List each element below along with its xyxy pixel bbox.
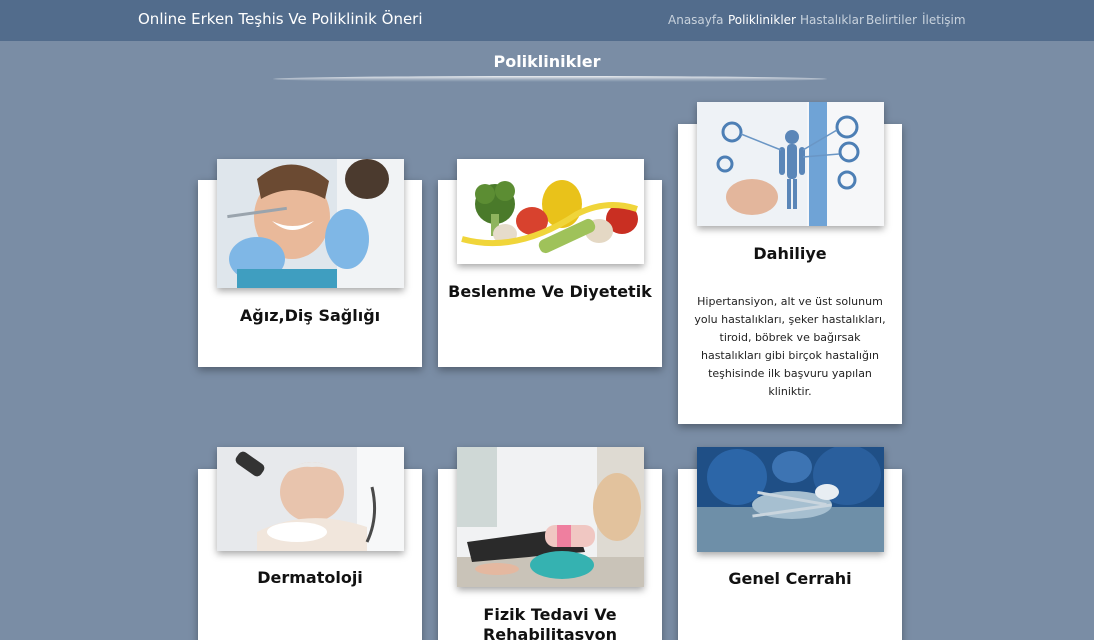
card-description-dahiliye: Hipertansiyon, alt ve üst solunum yolu h… <box>694 295 886 398</box>
nav-link-hastaliklar[interactable]: Hastalıklar <box>800 13 864 27</box>
top-navbar: Online Erken Teşhis Ve Poliklinik Öneri … <box>0 0 1094 41</box>
nav-link-belirtiler[interactable]: Belirtiler <box>866 13 917 27</box>
dentist-photo-icon <box>217 159 404 288</box>
physiotherapy-photo-icon <box>457 447 644 587</box>
internal-medicine-photo-icon <box>697 102 884 226</box>
card-title-genel-cerrahi: Genel Cerrahi <box>728 569 852 588</box>
title-underline <box>273 76 827 82</box>
card-title-beslenme-diyetetik: Beslenme Ve Diyetetik <box>448 282 652 301</box>
card-title-fizik-tedavi-rehabilitasyon: Fizik Tedavi Ve Rehabilitasyon <box>482 605 618 640</box>
card-title-dermatoloji: Dermatoloji <box>257 568 363 587</box>
nav-link-poliklinikler[interactable]: Poliklinikler <box>728 13 796 27</box>
card-title-agiz-dis-sagligi: Ağız,Diş Sağlığı <box>239 306 381 325</box>
page-title: Poliklinikler <box>493 52 601 71</box>
nav-link-anasayfa[interactable]: Anasayfa <box>668 13 723 27</box>
card-title-dahiliye: Dahiliye <box>753 244 827 263</box>
nav-links: Anasayfa Poliklinikler Hastalıklar Belir… <box>0 13 1094 29</box>
vegetables-photo-icon <box>457 159 644 264</box>
dermatology-photo-icon <box>217 447 404 551</box>
nav-link-iletisim[interactable]: İletişim <box>922 13 966 27</box>
surgery-photo-icon <box>697 447 884 552</box>
